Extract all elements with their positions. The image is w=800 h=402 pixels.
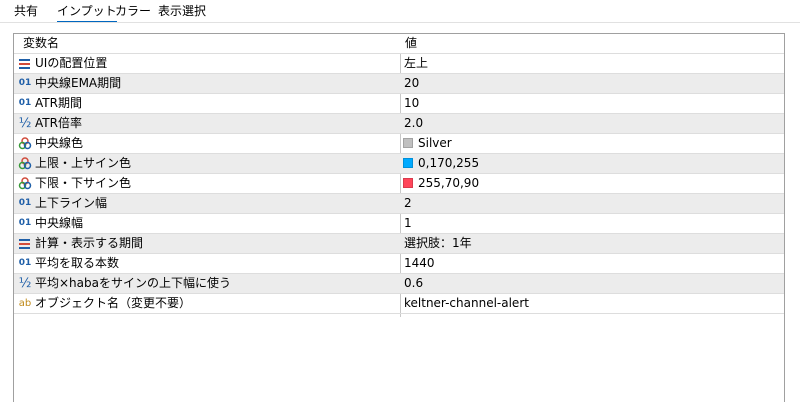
- row-name: 中央線幅: [35, 216, 84, 230]
- table-row[interactable]: 01 中央線幅 1: [14, 214, 784, 234]
- color-swatch[interactable]: [403, 138, 413, 148]
- row-name: 上下ライン幅: [35, 196, 108, 210]
- row-name: 下限・下サイン色: [35, 176, 132, 190]
- integer-icon: 01: [18, 218, 32, 228]
- row-value[interactable]: 0.6: [402, 274, 423, 293]
- enum-icon: [17, 54, 33, 73]
- tab-bar: 共有 インプット カラー 表示選択: [0, 0, 800, 24]
- table-row[interactable]: UIの配置位置 左上: [14, 54, 784, 74]
- row-name: 計算・表示する期間: [35, 236, 144, 250]
- tab-common[interactable]: 共有: [14, 3, 38, 21]
- row-value[interactable]: 20: [402, 74, 419, 93]
- fraction-icon: ½: [18, 276, 32, 291]
- header-value[interactable]: 値: [402, 34, 785, 53]
- table-row[interactable]: 上限・上サイン色 0,170,255: [14, 154, 784, 174]
- table-row[interactable]: 計算・表示する期間 選択肢：1年: [14, 234, 784, 254]
- tab-visibility[interactable]: 表示選択: [158, 3, 206, 21]
- enum-icon: [17, 234, 33, 253]
- row-name: 中央線EMA期間: [35, 76, 122, 90]
- table-row[interactable]: 中央線色 Silver: [14, 134, 784, 154]
- row-name: 平均×habaをサインの上下幅に使う: [35, 276, 231, 290]
- row-value[interactable]: 255,70,90: [416, 174, 479, 193]
- tab-color[interactable]: カラー: [115, 3, 151, 21]
- row-name: 上限・上サイン色: [35, 156, 132, 170]
- table-row[interactable]: 01 上下ライン幅 2: [14, 194, 784, 214]
- row-value[interactable]: 1440: [402, 254, 435, 273]
- row-value[interactable]: 0,170,255: [416, 154, 479, 173]
- row-name: オブジェクト名（変更不要）: [35, 296, 192, 310]
- row-value[interactable]: 1: [402, 214, 412, 233]
- row-value[interactable]: 2: [402, 194, 412, 213]
- row-value[interactable]: 2.0: [402, 114, 423, 133]
- integer-icon: 01: [18, 78, 32, 88]
- tab-underline: [0, 22, 800, 23]
- table-row[interactable]: ab オブジェクト名（変更不要） keltner-channel-alert: [14, 294, 784, 314]
- table-row[interactable]: ½ 平均×habaをサインの上下幅に使う 0.6: [14, 274, 784, 294]
- integer-icon: 01: [18, 258, 32, 268]
- row-value[interactable]: 選択肢：1年: [402, 234, 472, 253]
- row-value[interactable]: 10: [402, 94, 419, 113]
- grid-header: 変数名 値: [14, 34, 784, 54]
- row-value[interactable]: keltner-channel-alert: [402, 294, 529, 313]
- row-value[interactable]: 左上: [402, 54, 428, 73]
- integer-icon: 01: [18, 198, 32, 208]
- row-name: 中央線色: [35, 136, 84, 150]
- table-row[interactable]: 01 ATR期間 10: [14, 94, 784, 114]
- integer-icon: 01: [18, 98, 32, 108]
- row-name: ATR期間: [35, 96, 82, 110]
- color-swatch[interactable]: [403, 158, 413, 168]
- table-row[interactable]: 下限・下サイン色 255,70,90: [14, 174, 784, 194]
- fraction-icon: ½: [18, 116, 32, 131]
- row-name: ATR倍率: [35, 116, 82, 130]
- color-icon: [17, 174, 33, 193]
- row-name: 平均を取る本数: [35, 256, 120, 270]
- tab-input[interactable]: インプット: [57, 3, 117, 23]
- table-row[interactable]: ½ ATR倍率 2.0: [14, 114, 784, 134]
- color-icon: [17, 154, 33, 173]
- color-icon: [17, 134, 33, 153]
- input-parameters-grid[interactable]: 変数名 値 UIの配置位置 左上 01 中央線EMA期間 20 01 ATR期間 1…: [13, 33, 785, 402]
- row-name: UIの配置位置: [35, 56, 108, 70]
- color-swatch[interactable]: [403, 178, 413, 188]
- table-row[interactable]: 01 中央線EMA期間 20: [14, 74, 784, 94]
- row-value[interactable]: Silver: [416, 134, 452, 153]
- header-variable-name[interactable]: 変数名: [14, 34, 409, 53]
- table-row[interactable]: 01 平均を取る本数 1440: [14, 254, 784, 274]
- string-icon: ab: [18, 298, 32, 309]
